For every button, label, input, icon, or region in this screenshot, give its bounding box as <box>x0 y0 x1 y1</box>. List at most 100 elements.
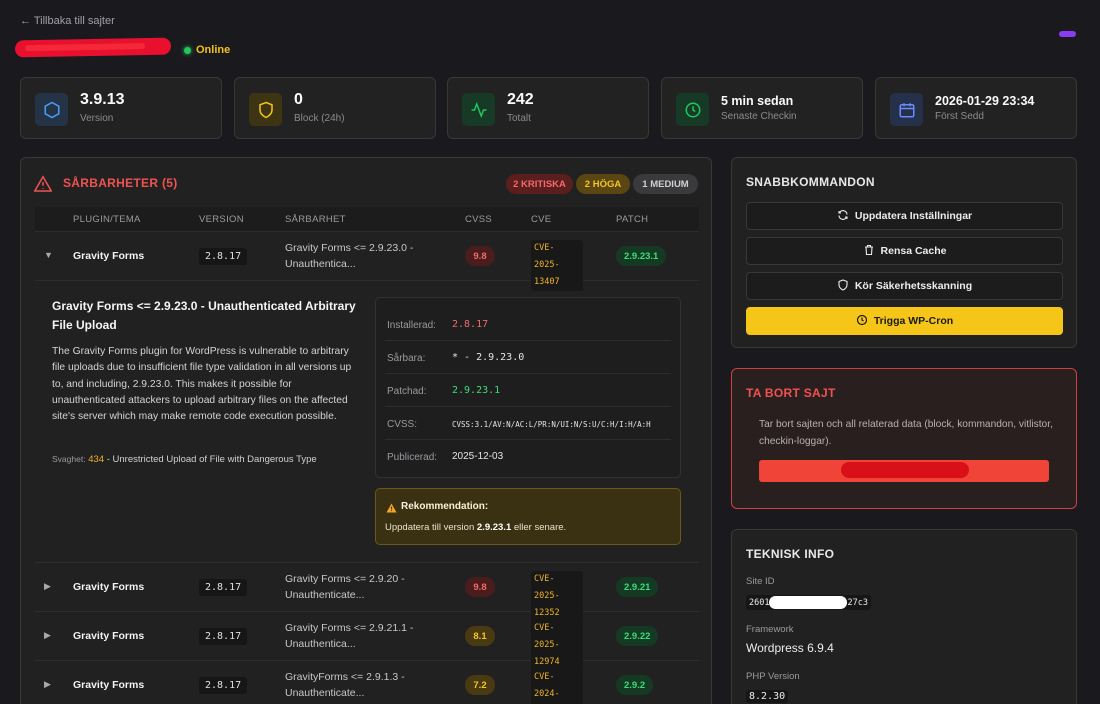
column-header: SÅRBARHET <box>285 214 346 225</box>
installed-version: 2.8.17 <box>199 628 248 645</box>
plugin-name: Gravity Forms <box>73 581 145 593</box>
vulnerability-summary: GravityForms <= 2.9.1.3 - Unauthenticate… <box>285 671 405 699</box>
stat-card-total: 242 Totalt <box>447 77 649 139</box>
column-header: CVSS <box>465 214 493 225</box>
delete-site-description: Tar bort sajten och all relaterad data (… <box>759 419 1053 447</box>
framework-label: Framework <box>746 624 794 635</box>
back-link[interactable]: ← Tillbaka till sajter <box>20 15 115 27</box>
weakness-id[interactable]: 434 <box>88 454 104 465</box>
redacted-site-id <box>769 596 848 609</box>
patch-version-badge: 2.9.21 <box>616 577 659 597</box>
chevron-right-icon[interactable]: ▶ <box>44 630 51 641</box>
info-key: CVSS: <box>387 419 418 430</box>
site-id-prefix: 2601 <box>749 598 770 608</box>
button-label: Trigga WP-Cron <box>873 315 954 327</box>
cvss-badge: 7.2 <box>465 675 495 695</box>
recommendation-title: Rekommendation: <box>401 501 489 512</box>
chevron-right-icon[interactable]: ▶ <box>44 679 51 690</box>
stat-label: Totalt <box>507 113 531 124</box>
security-scan-button[interactable]: Kör Säkerhetsskanning <box>746 272 1063 300</box>
cvss-badge: 9.8 <box>465 577 495 597</box>
stat-value: 242 <box>507 91 534 108</box>
installed-version: 2.8.17 <box>199 579 248 596</box>
trigger-wp-cron-button[interactable]: Trigga WP-Cron <box>746 307 1063 335</box>
update-settings-button[interactable]: Uppdatera Inställningar <box>746 202 1063 230</box>
stat-label: Senaste Checkin <box>721 111 797 122</box>
plugin-name: Gravity Forms <box>73 679 145 691</box>
stat-value: 2026-01-29 23:34 <box>935 94 1035 108</box>
info-row-cvss: CVSS: CVSS:3.1/AV:N/AC:L/PR:N/UI:N/S:U/C… <box>385 407 671 440</box>
table-row[interactable]: ▶ Gravity Forms 2.8.17 GravityForms <= 2… <box>35 661 699 704</box>
status-text: Online <box>196 44 231 56</box>
button-label: Rensa Cache <box>880 245 947 257</box>
column-header: PATCH <box>616 214 649 225</box>
hexagon-icon <box>35 93 68 126</box>
version-info-box: Installerad: 2.8.17 Sårbara: * - 2.9.23.… <box>375 297 681 478</box>
patch-version-badge: 2.9.23.1 <box>616 246 667 266</box>
quick-commands-title: SNABBKOMMANDON <box>746 175 875 189</box>
menu-pill[interactable] <box>1059 31 1076 37</box>
stat-value: 3.9.13 <box>80 91 125 108</box>
column-header: VERSION <box>199 214 244 225</box>
patch-version-badge: 2.9.2 <box>616 675 654 695</box>
info-value: 2.9.23.1 <box>452 385 501 396</box>
high-count-badge: 2 HÖGA <box>576 174 630 194</box>
vulnerability-detail: Gravity Forms <= 2.9.23.0 - Unauthentica… <box>35 281 699 563</box>
chevron-right-icon[interactable]: ▶ <box>44 581 51 592</box>
table-header: PLUGIN/TEMA VERSION SÅRBARHET CVSS CVE P… <box>35 207 699 232</box>
stat-label: Block (24h) <box>294 113 345 124</box>
column-header: CVE <box>531 214 552 225</box>
table-row[interactable]: ▶ Gravity Forms 2.8.17 Gravity Forms <= … <box>35 563 699 622</box>
info-row-installed: Installerad: 2.8.17 <box>385 308 671 341</box>
clock-icon <box>856 314 868 329</box>
stat-card-version: 3.9.13 Version <box>20 77 222 139</box>
patch-version-badge: 2.9.22 <box>616 626 659 646</box>
status-dot-icon <box>184 46 191 54</box>
trash-icon <box>863 244 875 259</box>
info-row-patched: Patchad: 2.9.23.1 <box>385 374 671 407</box>
vulnerability-summary: Gravity Forms <= 2.9.21.1 - Unauthentica… <box>285 622 414 650</box>
quick-commands-panel: SNABBKOMMANDON Uppdatera Inställningar R… <box>731 157 1077 348</box>
clear-cache-button[interactable]: Rensa Cache <box>746 237 1063 265</box>
info-value: 2025-12-03 <box>452 451 504 462</box>
button-label: Uppdatera Inställningar <box>854 210 973 222</box>
info-value: 2.8.17 <box>452 319 489 330</box>
table-row[interactable]: ▼ Gravity Forms 2.8.17 Gravity Forms <= … <box>35 232 699 291</box>
technical-info-panel: TEKNISK INFO Site ID 2601 27c3 Framework … <box>731 529 1077 704</box>
vulnerability-summary: Gravity Forms <= 2.9.23.0 - Unauthentica… <box>285 242 414 270</box>
site-id-label: Site ID <box>746 576 775 587</box>
cve-id[interactable]: CVE-2024-13377 <box>531 669 583 704</box>
recommendation-version: 2.9.23.1 <box>476 522 512 533</box>
table-row[interactable]: ▶ Gravity Forms 2.8.17 Gravity Forms <= … <box>35 612 699 671</box>
delete-site-title: TA BORT SAJT <box>746 386 836 400</box>
vulnerability-summary: Gravity Forms <= 2.9.20 - Unauthenticate… <box>285 573 405 601</box>
site-id-value: 2601 27c3 <box>746 595 871 610</box>
recommendation-box: Rekommendation: Uppdatera till version 2… <box>375 488 681 545</box>
medium-count-badge: 1 MEDIUM <box>633 174 698 194</box>
info-row-affected: Sårbara: * - 2.9.23.0 <box>385 341 671 374</box>
delete-site-panel: TA BORT SAJT Tar bort sajten och all rel… <box>731 368 1077 509</box>
shield-icon <box>249 93 282 126</box>
clock-icon <box>676 93 709 126</box>
info-key: Sårbara: <box>387 353 426 364</box>
recommendation-prefix: Uppdatera till version <box>385 522 475 533</box>
activity-icon <box>462 93 495 126</box>
delete-site-button[interactable] <box>759 460 1049 482</box>
weakness-line: Svaghet: 434 - Unrestricted Upload of Fi… <box>52 454 317 465</box>
chevron-down-icon[interactable]: ▼ <box>44 250 53 260</box>
framework-value: Wordpress 6.9.4 <box>746 641 834 655</box>
recommendation-suffix: eller senare. <box>513 522 567 533</box>
stat-label: Först Sedd <box>935 111 984 122</box>
stat-card-checkin: 5 min sedan Senaste Checkin <box>661 77 863 139</box>
button-label: Kör Säkerhetsskanning <box>854 280 973 292</box>
info-value: CVSS:3.1/AV:N/AC:L/PR:N/UI:N/S:U/C:H/I:H… <box>452 420 651 429</box>
stat-card-first-seen: 2026-01-29 23:34 Först Sedd <box>875 77 1077 139</box>
stat-value: 0 <box>294 91 303 108</box>
detail-description: The Gravity Forms plugin for WordPress i… <box>52 346 352 423</box>
weakness-label: Svaghet: <box>52 454 86 464</box>
installed-version: 2.8.17 <box>199 248 248 265</box>
info-key: Installerad: <box>387 320 436 331</box>
plugin-name: Gravity Forms <box>73 250 145 262</box>
stat-value: 5 min sedan <box>721 94 794 108</box>
recommendation-text: Uppdatera till version 2.9.23.1 eller se… <box>385 522 566 533</box>
